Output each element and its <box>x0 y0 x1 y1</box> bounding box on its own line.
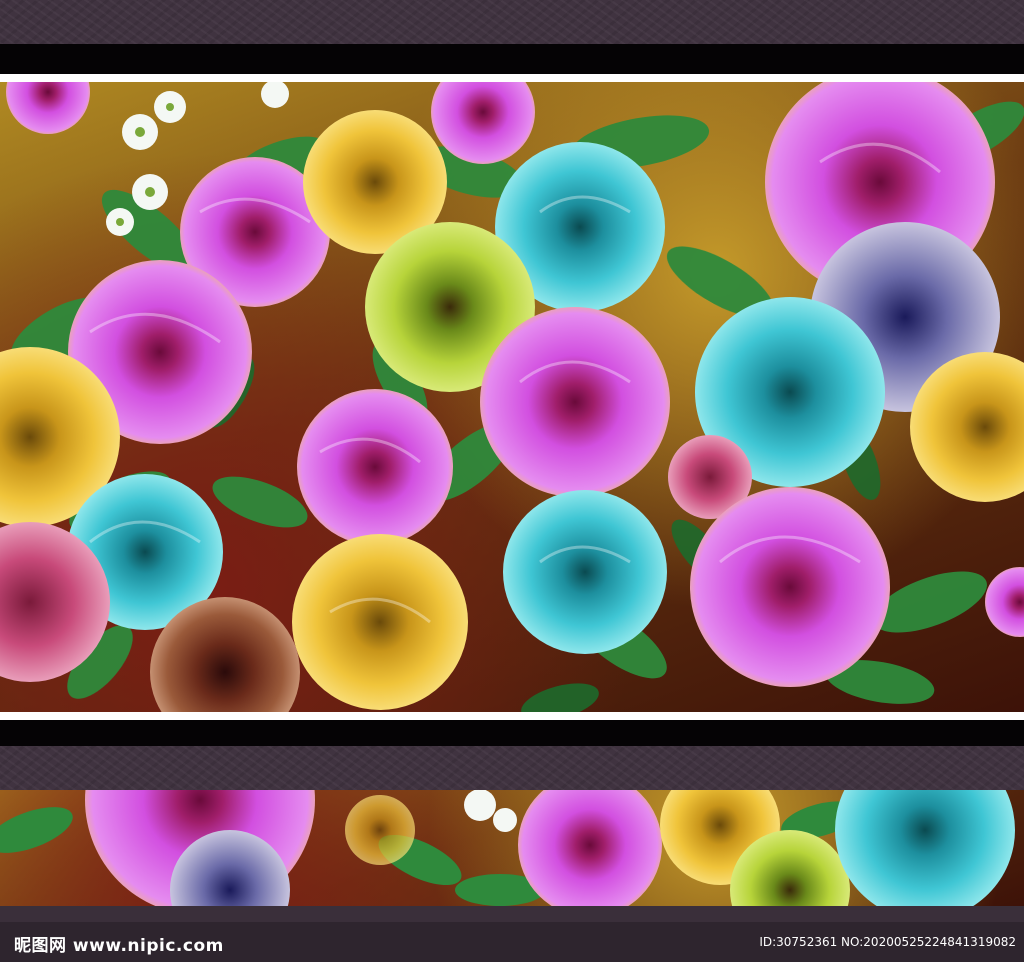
rose <box>690 487 890 687</box>
lower-floral-strip <box>0 790 1024 906</box>
rose <box>6 82 90 134</box>
lower-floral-artwork <box>0 790 1015 906</box>
rose <box>297 389 453 545</box>
main-floral-artwork <box>0 82 1024 712</box>
main-floral-panel <box>0 82 1024 712</box>
rose <box>835 790 1015 906</box>
watermark-logo-text: 昵图网 www.nipic.com <box>14 936 224 956</box>
rose <box>503 490 667 654</box>
top-black-bar <box>0 44 1024 74</box>
rose <box>518 790 662 906</box>
middle-black-bar <box>0 720 1024 746</box>
middle-white-rule <box>0 712 1024 720</box>
rose <box>985 567 1024 637</box>
rose <box>345 795 415 865</box>
watermark-image-id: ID:30752361 NO:20200525224841319082 <box>759 935 1016 949</box>
top-white-rule <box>0 74 1024 82</box>
rose <box>480 307 670 497</box>
middle-texture-band <box>0 746 1024 790</box>
rose <box>292 534 468 710</box>
top-texture-band <box>0 0 1024 44</box>
